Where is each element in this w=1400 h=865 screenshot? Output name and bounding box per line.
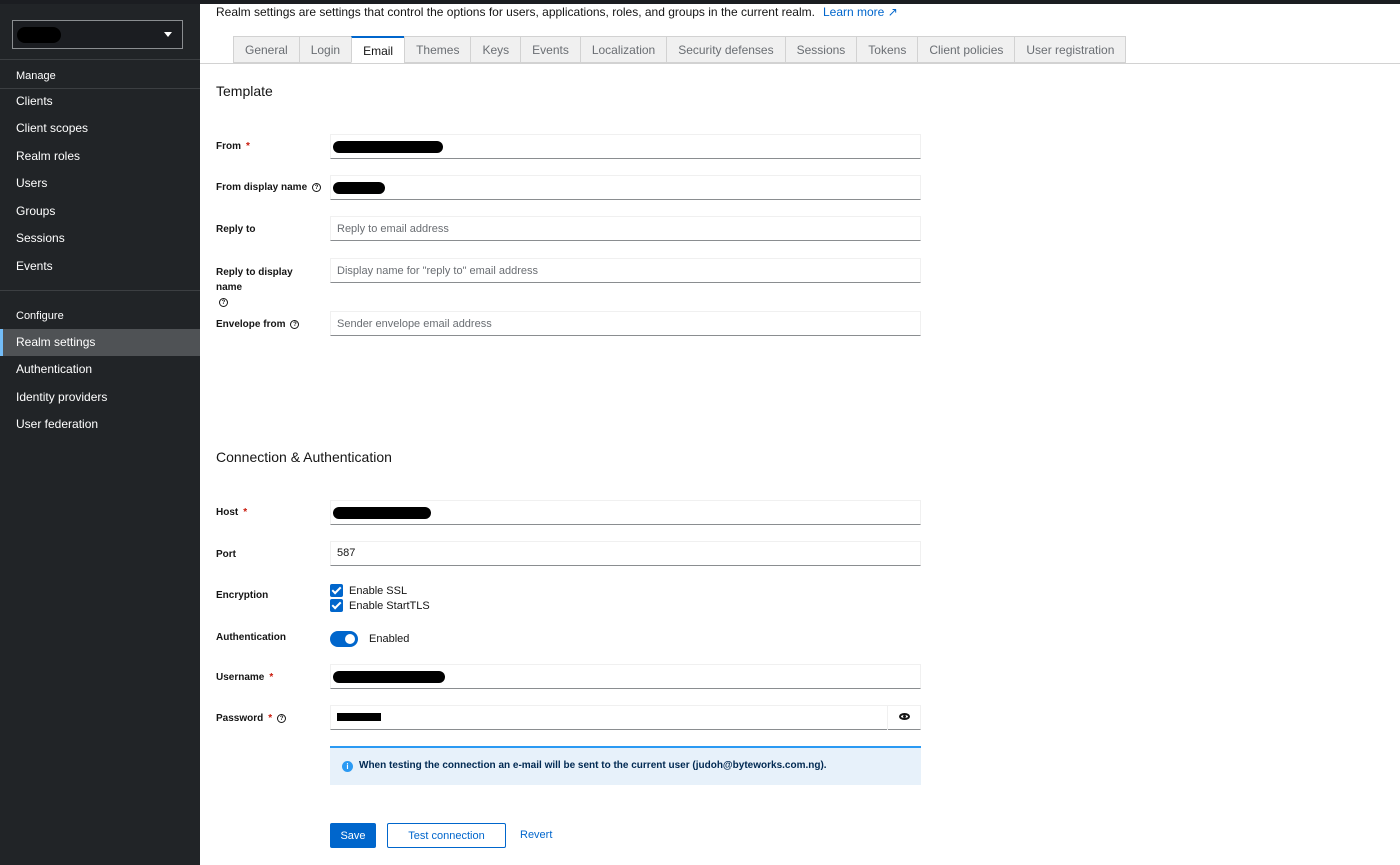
nav-section-manage: Manage (16, 70, 56, 82)
tab-login[interactable]: Login (298, 36, 352, 63)
external-link-icon: ↗ (887, 5, 898, 19)
redacted-realm-name (17, 27, 61, 43)
reply-to-display-name-label: Reply to display name? (216, 267, 293, 307)
envelope-from-input[interactable] (330, 311, 921, 336)
info-alert: i When testing the connection an e-mail … (330, 746, 921, 785)
main-content: Realm settings are settings that control… (200, 4, 1400, 865)
encryption-label: Encryption (216, 590, 269, 601)
info-icon: i (342, 761, 353, 772)
tab-client-policies[interactable]: Client policies (917, 36, 1015, 63)
tab-themes[interactable]: Themes (404, 36, 471, 63)
password-label: Password *? (216, 713, 287, 724)
redacted-value (333, 141, 443, 153)
authentication-toggle-label: Enabled (369, 633, 410, 645)
tab-tokens[interactable]: Tokens (856, 36, 918, 63)
tab-events[interactable]: Events (520, 36, 580, 63)
required-marker: * (269, 672, 274, 683)
tab-localization[interactable]: Localization (579, 36, 667, 63)
redacted-value (333, 671, 445, 683)
caret-down-icon (164, 32, 172, 37)
show-password-button[interactable] (887, 705, 920, 730)
learn-more-link[interactable]: Learn more ↗ (823, 5, 898, 19)
description-text: Realm settings are settings that control… (216, 5, 815, 19)
sidebar-item-clients[interactable]: Clients (0, 88, 200, 115)
required-marker: * (268, 713, 273, 724)
host-field[interactable] (330, 500, 921, 525)
enable-ssl-checkbox[interactable] (330, 584, 343, 597)
help-icon[interactable]: ? (312, 182, 322, 192)
tab-email[interactable]: Email (351, 36, 405, 63)
settings-tabs: General Login Email Themes Keys Events L… (233, 36, 1127, 63)
help-icon[interactable]: ? (277, 713, 287, 723)
from-display-name-field[interactable] (330, 175, 921, 200)
enable-ssl-label: Enable SSL (349, 584, 408, 597)
save-button[interactable]: Save (330, 823, 376, 848)
sidebar-item-users[interactable]: Users (0, 170, 200, 197)
from-field[interactable] (330, 134, 921, 159)
enable-starttls-row: Enable StartTLS (330, 599, 430, 612)
port-field[interactable]: 587 (330, 541, 921, 566)
tab-user-registration[interactable]: User registration (1014, 36, 1127, 63)
required-marker: * (243, 507, 248, 518)
alert-message: When testing the connection an e-mail wi… (359, 760, 827, 771)
sidebar-item-client-scopes[interactable]: Client scopes (0, 115, 200, 142)
sidebar-item-events[interactable]: Events (0, 253, 200, 280)
tab-general[interactable]: General (233, 36, 299, 63)
help-icon[interactable]: ? (290, 319, 300, 329)
from-label: From * (216, 141, 250, 152)
revert-button[interactable]: Revert (520, 823, 552, 848)
nav-divider (0, 59, 200, 60)
sidebar-item-realm-settings[interactable]: Realm settings (0, 329, 200, 356)
username-field[interactable] (330, 664, 921, 689)
envelope-from-label: Envelope from? (216, 319, 300, 330)
sidebar-item-identity-providers[interactable]: Identity providers (0, 384, 200, 411)
enable-ssl-row: Enable SSL (330, 584, 407, 597)
enable-starttls-label: Enable StartTLS (349, 599, 430, 612)
reply-to-input[interactable] (330, 216, 921, 241)
nav-section-configure: Configure (16, 310, 64, 322)
redacted-value (333, 182, 385, 194)
sidebar-item-sessions[interactable]: Sessions (0, 225, 200, 252)
authentication-toggle[interactable] (330, 631, 358, 647)
username-label: Username * (216, 672, 274, 683)
tab-keys[interactable]: Keys (470, 36, 521, 63)
authentication-label: Authentication (216, 632, 286, 643)
nav-divider (0, 290, 200, 291)
sidebar-item-realm-roles[interactable]: Realm roles (0, 143, 200, 170)
sidebar-item-user-federation[interactable]: User federation (0, 411, 200, 438)
tab-sessions[interactable]: Sessions (784, 36, 857, 63)
reply-to-label: Reply to (216, 224, 256, 235)
masked-password (337, 713, 381, 721)
template-section-title: Template (216, 83, 273, 99)
help-icon[interactable]: ? (219, 297, 228, 307)
test-connection-button[interactable]: Test connection (387, 823, 506, 848)
reply-to-display-name-input[interactable] (330, 258, 921, 283)
sidebar-item-groups[interactable]: Groups (0, 198, 200, 225)
required-marker: * (246, 141, 250, 152)
from-display-name-label: From display name? (216, 182, 322, 193)
redacted-value (333, 507, 431, 519)
realm-selector[interactable] (12, 20, 183, 49)
enable-starttls-checkbox[interactable] (330, 599, 343, 612)
tabs-divider (200, 63, 1400, 64)
page-description: Realm settings are settings that control… (216, 5, 898, 19)
password-field[interactable] (330, 705, 921, 730)
sidebar: Manage Clients Client scopes Realm roles… (0, 4, 200, 865)
sidebar-item-authentication[interactable]: Authentication (0, 356, 200, 383)
tab-security-defenses[interactable]: Security defenses (666, 36, 785, 63)
port-label: Port (216, 549, 236, 560)
connection-section-title: Connection & Authentication (216, 449, 392, 465)
host-label: Host * (216, 507, 248, 518)
